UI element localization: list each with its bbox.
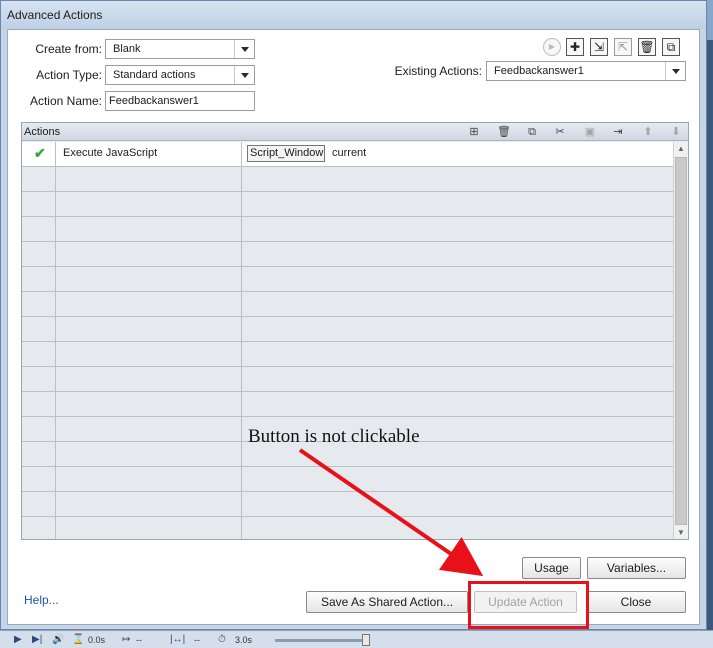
annotation-arrow bbox=[298, 448, 484, 577]
duration-readout: 3.0s bbox=[235, 635, 253, 645]
marker-readout: -- bbox=[136, 635, 142, 645]
zoom-slider-knob[interactable] bbox=[362, 634, 370, 646]
play-icon[interactable]: ▶ bbox=[14, 634, 22, 645]
audio-icon[interactable]: 🔊 bbox=[52, 634, 64, 645]
marker-icon: ↦ bbox=[122, 634, 131, 645]
time-readout: 0.0s bbox=[88, 635, 106, 645]
range-icon: |↔| bbox=[170, 634, 186, 645]
zoom-slider-track[interactable] bbox=[275, 639, 370, 642]
hourglass-icon: ⌛ bbox=[72, 634, 85, 645]
timeline-bar: ▶ ▶| 🔊 ⌛ 0.0s ↦ -- |↔| -- ⏱ 3.0s bbox=[0, 630, 713, 648]
next-icon[interactable]: ▶| bbox=[32, 634, 42, 645]
duration-icon: ⏱ bbox=[218, 634, 226, 645]
range-readout: -- bbox=[194, 635, 200, 645]
annotation-highlight-box bbox=[468, 581, 589, 629]
